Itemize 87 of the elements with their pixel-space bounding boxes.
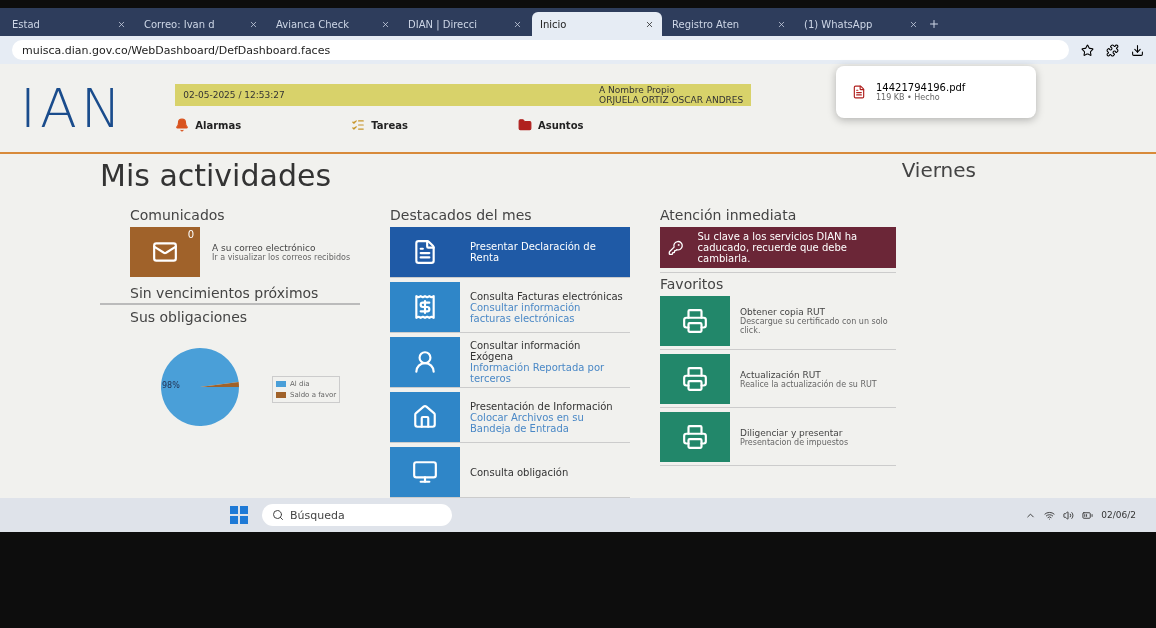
address-bar[interactable]: muisca.dian.gov.co/WebDashboard/DefDashboard.faces [12, 40, 1069, 60]
item-text: Colocar Archivos en su Bandeja de Entrada [470, 411, 585, 434]
feature-item[interactable]: Presentación de Información Colocar Archivos en su Bandeja de Entrada [390, 392, 630, 443]
clock-date[interactable]: 02/06/2 [1101, 510, 1136, 520]
close-icon[interactable] [645, 19, 654, 29]
item-title: Consultar información Exógena [470, 340, 581, 362]
screen-icon [412, 459, 438, 485]
close-icon[interactable] [381, 19, 390, 29]
browser-tab[interactable]: Registro Aten [664, 12, 794, 36]
nav-link[interactable]: Tareas [351, 118, 408, 132]
alert-text: Su clave a los servicios DIAN ha caducado, recuerde que debe cambiarla. [697, 231, 859, 264]
browser-tab[interactable]: Avianca Check [268, 12, 398, 36]
folder-icon [517, 118, 532, 132]
browser-tab[interactable]: DIAN | Direcci [400, 12, 530, 36]
close-icon[interactable] [909, 19, 918, 29]
new-tab-icon[interactable] [928, 18, 940, 30]
form-icon [412, 239, 438, 265]
card-title: A su correo electrónico [212, 242, 317, 253]
item-title: Consulta Facturas electrónicas [470, 290, 624, 302]
taskbar-search[interactable]: Búsqueda [262, 504, 452, 526]
printer-icon [682, 366, 708, 392]
feature-item[interactable]: Presentar Declaración de Renta [390, 227, 630, 278]
browser-tab[interactable]: Correo: Ivan d [136, 12, 266, 36]
mail-count: 0 [187, 229, 194, 240]
nav-link[interactable]: Asuntos [517, 118, 584, 132]
start-icon[interactable] [230, 506, 248, 524]
close-icon[interactable] [777, 19, 786, 29]
favorite-item[interactable]: Obtener copia RUT Descargue su certificado con un solo click. [660, 296, 896, 350]
section-title: Favoritos [660, 272, 896, 292]
browser-tab[interactable]: Inicio [532, 12, 662, 36]
file-icon [852, 85, 866, 99]
search-icon [272, 509, 284, 521]
favorite-item[interactable]: Diligenciar y presentar Presentacion de impuestos [660, 412, 896, 466]
house-icon [412, 404, 438, 430]
feature-item[interactable]: Consulta Facturas electrónicas Consultar información facturas electrónicas [390, 282, 630, 333]
download-icon[interactable] [1131, 43, 1144, 57]
file-name[interactable]: 14421794196.pdf [876, 82, 966, 93]
wifi-icon[interactable] [1044, 509, 1056, 521]
close-icon[interactable] [513, 19, 522, 29]
file-info: 119 KB • Hecho [876, 93, 940, 102]
item-title: Obtener copia RUT [740, 307, 827, 317]
item-title: Presentar Declaración de Renta [470, 241, 597, 263]
invoice-icon [412, 294, 438, 320]
printer-icon [682, 424, 708, 450]
date-time: 02-05-2025 / 12:53:27 [183, 90, 285, 100]
feature-item[interactable]: Consultar información Exógena Información Reportada por terceros [390, 337, 630, 388]
favorite-item[interactable]: Actualización RUT Realice la actualización de su RUT [660, 354, 896, 408]
item-text: Consultar información facturas electrónicas [470, 301, 582, 324]
close-icon[interactable] [117, 19, 126, 29]
data-label: 98% [162, 381, 180, 390]
item-title: Presentación de Información [470, 400, 614, 412]
section-title: Comunicados [129, 207, 226, 223]
bell-icon [175, 118, 190, 132]
item-text: Información Reportada por terceros [470, 362, 606, 384]
item-title: Actualización RUT [740, 369, 821, 380]
mail-tile[interactable]: 0 [130, 227, 200, 277]
page-title: Mis actividades [100, 158, 331, 193]
item-text: Realice la actualización de su RUT [740, 379, 877, 389]
browser-tab[interactable]: Estad [4, 12, 134, 36]
printer-icon [682, 308, 708, 334]
item-title: Consulta obligación [470, 466, 569, 478]
day-label: Viernes [901, 158, 976, 184]
item-text: Presentacion de impuestos [740, 437, 849, 447]
close-icon[interactable] [249, 19, 258, 29]
section-title: Sin vencimientos próximos [100, 281, 360, 305]
alert-card[interactable]: Su clave a los servicios DIAN ha caducado, recuerde que debe cambiarla. [660, 227, 896, 268]
section-title: Sus obligaciones [129, 309, 249, 325]
section-title: Destacados del mes [390, 207, 533, 223]
battery-icon[interactable] [1082, 509, 1094, 521]
section-title: Atención inmediata [660, 207, 798, 223]
browser-tab[interactable]: (1) WhatsApp [796, 12, 926, 36]
legend-swatch [276, 391, 286, 398]
logo: IAN [20, 76, 126, 140]
puzzle-icon[interactable] [1106, 43, 1119, 57]
nav-link[interactable]: Alarmas [175, 118, 242, 132]
item-text: Descargue su certificado con un solo click. [740, 317, 889, 335]
mail-icon [152, 239, 178, 265]
person-icon [412, 349, 438, 375]
volume-icon[interactable] [1063, 509, 1075, 521]
feature-item[interactable]: Consulta obligación [390, 447, 630, 498]
legend-swatch [276, 380, 286, 387]
card-text: Ir a visualizar los correos recibidos [212, 252, 351, 262]
user-name: ORJUELA ORTIZ OSCAR ANDRES [599, 95, 744, 105]
list-icon [351, 118, 366, 132]
item-title: Diligenciar y presentar [740, 427, 843, 438]
role-label: A Nombre Propio [599, 85, 676, 95]
star-icon[interactable] [1081, 43, 1094, 57]
